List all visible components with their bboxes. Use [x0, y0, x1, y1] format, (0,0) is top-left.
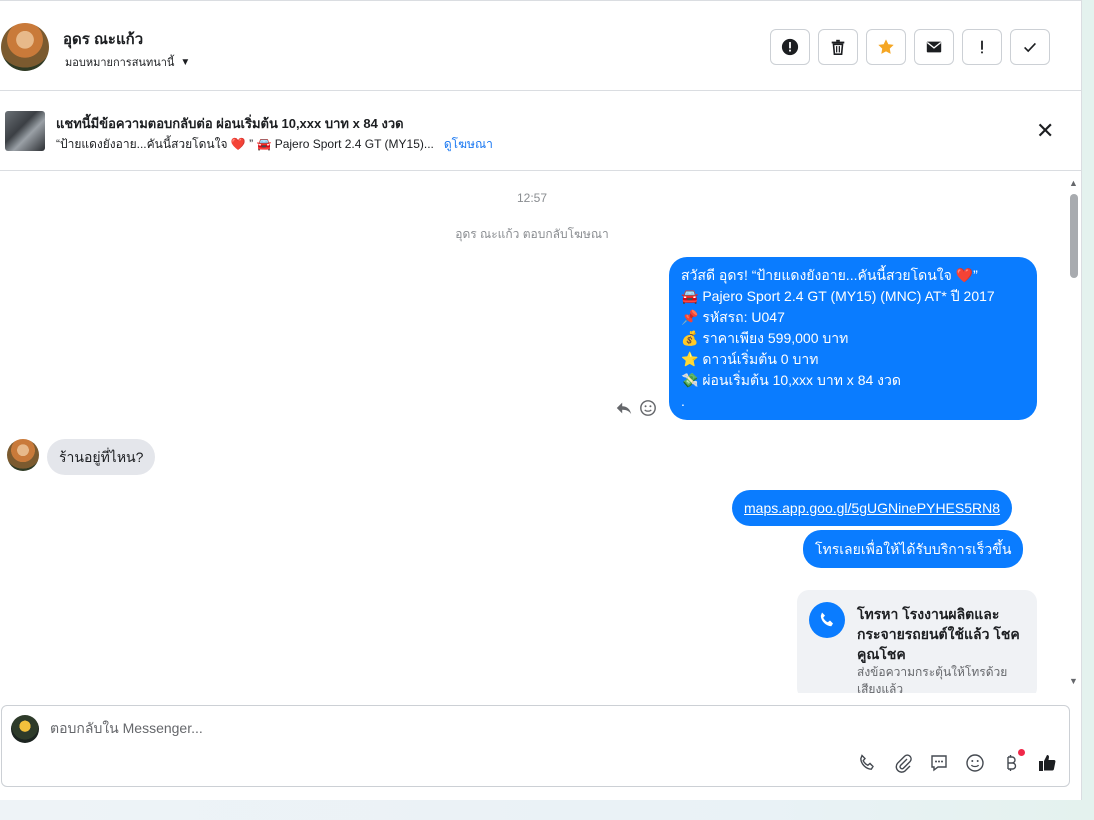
- message-line: ⭐ ดาวน์เริ่มต้น 0 บาท: [681, 351, 819, 367]
- ad-subtitle: “ป้ายแดงยังอาย...คันนี้สวยโดนใจ ❤️ ” 🚘 P…: [56, 137, 434, 151]
- header-toolbar: [770, 29, 1050, 65]
- ad-reply-note: อุดร ณะแก้ว ตอบกลับโฆษณา: [455, 227, 609, 241]
- message-line: 💸 ผ่อนเริ่มต้น 10,xxx บาท x 84 งวด: [681, 372, 901, 388]
- caret-down-icon: ▼: [180, 56, 191, 68]
- message-composer: [1, 705, 1070, 787]
- contact-avatar[interactable]: [1, 23, 49, 71]
- ad-subtitle-row: “ป้ายแดงยังอาย...คันนี้สวยโดนใจ ❤️ ” 🚘 P…: [56, 135, 493, 154]
- scrollbar-thumb[interactable]: [1070, 194, 1078, 278]
- payment-icon[interactable]: [1000, 749, 1025, 774]
- assign-conversation-dropdown[interactable]: มอบหมายการสนทนานี้ ▼: [65, 53, 190, 71]
- scroll-up-arrow-icon[interactable]: ▲: [1069, 178, 1078, 188]
- contact-name[interactable]: อุดร ณะแก้ว: [63, 27, 143, 51]
- attachment-icon[interactable]: [892, 752, 914, 774]
- message-timestamp: 12:57: [516, 191, 548, 205]
- conversation-panel: อุดร ณะแก้ว มอบหมายการสนทนานี้ ▼ แชทนี้ม…: [0, 0, 1082, 800]
- assign-label: มอบหมายการสนทนานี้: [65, 57, 175, 69]
- outgoing-link-message[interactable]: maps.app.goo.gl/5gUGNinePYHES5RN8: [732, 490, 1013, 526]
- scroll-down-arrow-icon[interactable]: ▼: [1069, 676, 1078, 686]
- saved-replies-icon[interactable]: [928, 752, 950, 774]
- phone-icon: [809, 602, 845, 638]
- react-emoji-icon[interactable]: [639, 399, 657, 422]
- reply-icon[interactable]: [615, 399, 633, 422]
- mark-done-button[interactable]: [1010, 29, 1050, 65]
- conversation-header: อุดร ณะแก้ว มอบหมายการสนทนานี้ ▼: [0, 0, 1082, 91]
- message-line: 💰 ราคาเพียง 599,000 บาท: [681, 330, 849, 346]
- message-line: 📌 รหัสรถ: U047: [681, 309, 785, 325]
- composer-toolbar: [856, 749, 1058, 774]
- outgoing-message[interactable]: สวัสดี อุดร! “ป้ายแดงยังอาย...คันนี้สวยโ…: [669, 257, 1037, 420]
- ad-thumbnail: [5, 111, 45, 151]
- ad-title: แชทนี้มีข้อความตอบกลับต่อ ผ่อนเริ่มต้น 1…: [56, 116, 404, 131]
- message-line: .: [681, 393, 685, 409]
- call-card-description: ส่งข้อความกระตุ้นให้โทรด้วยเสียงแล้ว: [857, 665, 1008, 693]
- message-actions: [615, 399, 657, 422]
- star-button[interactable]: [866, 29, 906, 65]
- notification-dot: [1018, 749, 1025, 756]
- mark-unread-button[interactable]: [914, 29, 954, 65]
- page-avatar: [11, 715, 39, 743]
- ad-reply-banner: แชทนี้มีข้อความตอบกลับต่อ ผ่อนเริ่มต้น 1…: [0, 91, 1082, 171]
- emoji-icon[interactable]: [964, 752, 986, 774]
- envelope-icon: [926, 41, 942, 53]
- message-thread: 12:57 อุดร ณะแก้ว ตอบกลับโฆษณา สวัสดี อุ…: [0, 171, 1068, 693]
- call-card-title: โทรหา โรงงานผลิตและกระจายรถยนต์ใช้แล้ว โ…: [857, 606, 1020, 662]
- message-line: สวัสดี อุดร! “ป้ายแดงยังอาย...คันนี้สวยโ…: [681, 267, 978, 283]
- thumbs-up-icon[interactable]: [1036, 752, 1058, 774]
- outgoing-message[interactable]: โทรเลยเพื่อให้ได้รับบริการเร็วขึ้น: [803, 530, 1024, 568]
- close-icon[interactable]: ✕: [1036, 120, 1054, 142]
- phone-icon[interactable]: [856, 752, 878, 774]
- check-icon: [1024, 42, 1036, 53]
- reply-input[interactable]: [50, 720, 850, 736]
- message-line: 🚘 Pajero Sport 2.4 GT (MY15) (MNC) AT* ป…: [681, 288, 995, 304]
- contact-avatar-small: [7, 439, 39, 471]
- call-request-card[interactable]: โทรหา โรงงานผลิตและกระจายรถยนต์ใช้แล้ว โ…: [797, 590, 1037, 693]
- star-icon: [878, 39, 894, 54]
- flag-follow-up-button[interactable]: [962, 29, 1002, 65]
- delete-button[interactable]: [818, 29, 858, 65]
- view-ad-link[interactable]: ดูโฆษณา: [444, 135, 493, 154]
- trash-icon: [831, 39, 845, 56]
- mark-spam-button[interactable]: [770, 29, 810, 65]
- alert-icon: [781, 38, 799, 56]
- incoming-message[interactable]: ร้านอยู่ที่ไหน?: [47, 439, 156, 475]
- exclamation-icon: [981, 40, 983, 54]
- maps-link[interactable]: maps.app.goo.gl/5gUGNinePYHES5RN8: [744, 500, 1000, 516]
